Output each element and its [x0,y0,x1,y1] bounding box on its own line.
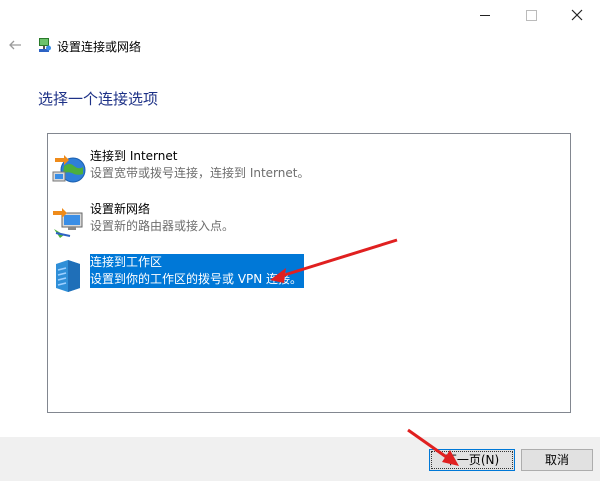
new-network-icon [53,208,83,238]
minimize-button[interactable] [462,0,508,30]
page-heading: 选择一个连接选项 [38,90,159,108]
next-button[interactable]: 下一页(N) [429,449,515,471]
connection-options-list: 连接到 Internet 设置宽带或拨号连接，连接到 Internet。 设置新… [47,133,571,413]
minimize-icon [480,14,490,16]
option-setup-new-network[interactable]: 设置新网络 设置新的路由器或接入点。 [52,201,522,245]
network-setup-icon [39,38,51,52]
title-bar [0,0,600,30]
focus-rectangle [431,451,513,469]
back-button[interactable] [8,38,24,54]
option-connect-internet[interactable]: 连接到 Internet 设置宽带或拨号连接，连接到 Internet。 [52,148,522,192]
option-description: 设置宽带或拨号连接，连接到 Internet。 [90,166,310,180]
maximize-button[interactable] [508,0,554,30]
option-description: 设置到你的工作区的拨号或 VPN 连接。 [90,271,305,288]
option-description: 设置新的路由器或接入点。 [90,219,235,233]
cancel-button-label: 取消 [544,453,569,467]
back-arrow-icon [9,40,21,50]
option-title: 连接到 Internet [90,149,178,163]
close-icon [571,9,583,21]
close-button[interactable] [554,0,600,30]
maximize-icon [525,9,537,21]
window-title: 设置连接或网络 [57,40,142,54]
option-title: 连接到工作区 [90,254,305,271]
globe-network-icon [52,155,86,183]
option-title: 设置新网络 [90,202,151,216]
cancel-button[interactable]: 取消 [521,449,593,471]
option-connect-workplace[interactable]: 连接到工作区 设置到你的工作区的拨号或 VPN 连接。 [52,254,522,298]
workplace-icon [56,260,80,292]
